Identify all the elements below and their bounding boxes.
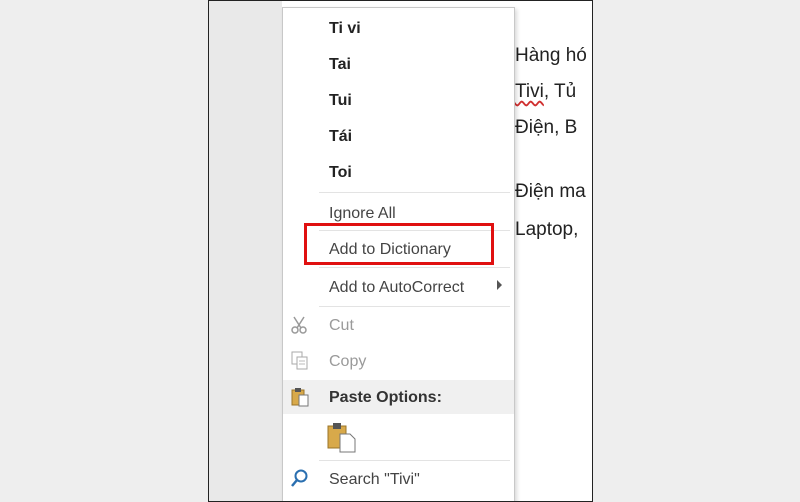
doc-line-2: Tivi, Tủ [515, 81, 576, 103]
doc-line-1: Hàng hó [515, 45, 587, 66]
ignore-all-label: Ignore All [329, 205, 396, 222]
doc-line-3: Điện, B [515, 117, 578, 138]
menu-separator [319, 267, 510, 268]
paste-options-header: Paste Options: [283, 380, 514, 414]
paste-keep-source-option[interactable] [283, 414, 514, 458]
doc-line-4: Điện ma [515, 181, 586, 202]
misspelled-word[interactable]: Tivi [515, 81, 544, 102]
search-icon [289, 468, 311, 490]
cut-label: Cut [329, 317, 354, 334]
copy-label: Copy [329, 353, 367, 370]
doc-line-5: Laptop, [515, 219, 579, 240]
search-label: Search "Tivi" [329, 471, 420, 488]
suggestion-label: Tái [329, 128, 353, 145]
suggestion-item[interactable]: Ti vi [283, 12, 514, 46]
menu-separator [319, 460, 510, 461]
suggestion-label: Tui [329, 92, 352, 109]
suggestion-item[interactable]: Tui [283, 84, 514, 118]
scissors-icon [289, 314, 311, 336]
suggestion-item[interactable]: Tai [283, 48, 514, 82]
add-to-autocorrect-label: Add to AutoCorrect [329, 279, 465, 296]
menu-separator [319, 192, 510, 193]
paste-clipboard-icon [289, 386, 311, 408]
suggestion-item[interactable]: Tái [283, 120, 514, 154]
red-highlight-box [304, 223, 494, 265]
suggestion-label: Ti vi [329, 20, 361, 37]
menu-separator [319, 306, 510, 307]
suggestion-label: Tai [329, 56, 351, 73]
paste-option-clipboard-icon [325, 420, 359, 454]
copy-item[interactable]: Copy [283, 344, 514, 378]
suggestion-label: Toi [329, 164, 352, 181]
add-to-autocorrect-item[interactable]: Add to AutoCorrect [283, 270, 514, 304]
paste-options-label: Paste Options: [329, 389, 442, 406]
submenu-arrow-icon [497, 280, 502, 290]
search-item[interactable]: Search "Tivi" [283, 462, 514, 496]
suggestion-item[interactable]: Toi [283, 156, 514, 190]
screenshot-frame: Hàng hó Tivi, Tủ Điện, B Điện ma Laptop,… [208, 0, 593, 502]
doc-line-2-rest: , Tủ [543, 81, 577, 102]
cut-item[interactable]: Cut [283, 308, 514, 342]
copy-icon [289, 350, 311, 372]
